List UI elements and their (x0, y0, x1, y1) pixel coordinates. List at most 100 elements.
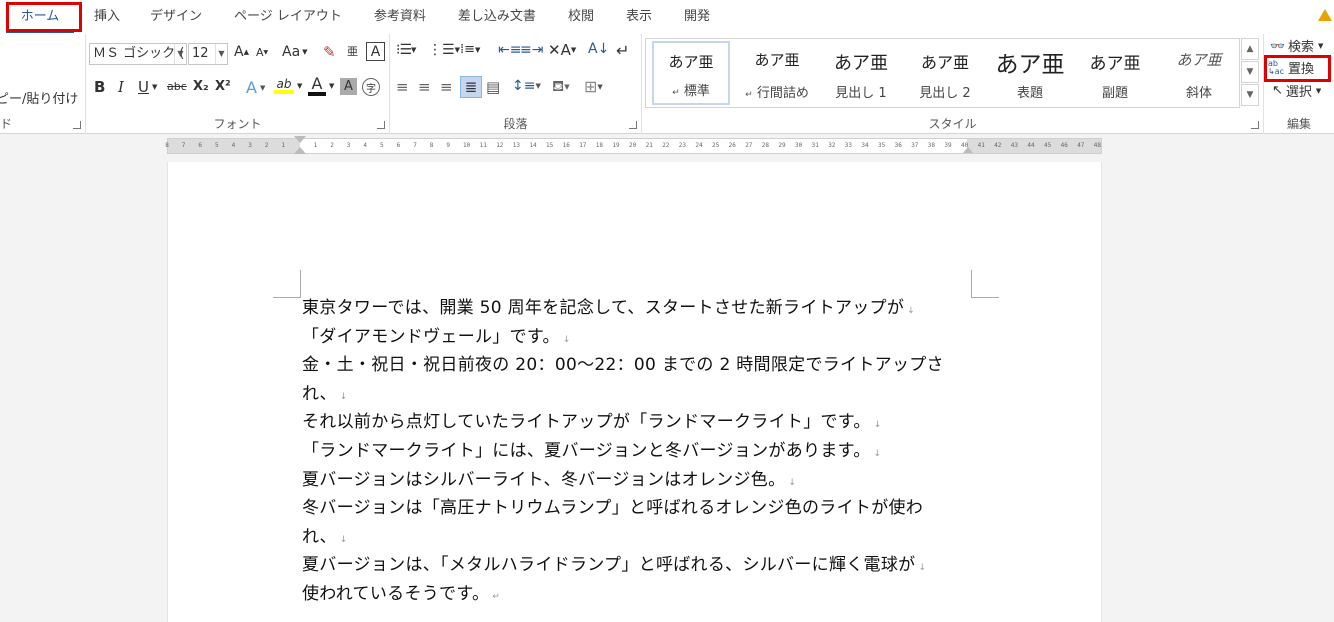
char-shading-button[interactable]: A (340, 78, 357, 95)
indent-marker-icon[interactable] (294, 136, 306, 143)
ruler-tick-label: 36 (894, 142, 902, 149)
style-heading-2[interactable]: あア亜 見出し 2 (904, 41, 986, 105)
clipboard-launcher-icon[interactable] (73, 121, 81, 129)
right-indent-marker-icon[interactable] (963, 147, 973, 153)
document-line[interactable]: それ以前から点灯していたライトアップが「ランドマークライト」です。 ↓ (302, 408, 992, 437)
line-spacing-icon: ↕≡ (512, 78, 536, 94)
chevron-down-icon[interactable]: ▼ (174, 44, 186, 64)
chevron-down-icon[interactable]: ▼ (215, 44, 227, 64)
clear-formatting-button[interactable]: ✎ (323, 43, 336, 61)
decrease-indent-button[interactable]: ⇤≡ (498, 42, 521, 58)
grow-font-button[interactable]: A ▲ (234, 44, 249, 60)
font-color-button[interactable]: A (308, 76, 326, 96)
borders-button[interactable]: ⊞ ▼ (584, 77, 603, 96)
document-line[interactable]: 金・土・祝日・祝日前夜の 20：00～22：00 までの 2 時間限定でライトア… (302, 351, 992, 380)
underline-button[interactable]: U ▼ (138, 78, 157, 96)
shrink-font-button[interactable]: A ▼ (256, 46, 268, 59)
increase-indent-button[interactable]: ≡⇥ (520, 42, 543, 58)
document-body[interactable]: 東京タワーでは、開業 50 周年を記念して、スタートさせた新ライトアップが ↓ 「… (302, 294, 992, 609)
gallery-more[interactable]: ▼ (1241, 84, 1259, 106)
select-button[interactable]: ↖ 選択 ▼ (1272, 81, 1321, 100)
align-right-button[interactable]: ≡ (440, 78, 453, 96)
paragraph-launcher-icon[interactable] (629, 121, 637, 129)
tab-design[interactable]: デザイン (134, 0, 218, 34)
align-center-button[interactable]: ≡ (418, 78, 431, 96)
replace-label: 置換 (1288, 62, 1315, 77)
font-launcher-icon[interactable] (377, 121, 385, 129)
gallery-scroll-up[interactable]: ▲ (1241, 38, 1259, 60)
warning-icon[interactable] (1318, 9, 1332, 21)
char-border-button[interactable]: A (366, 42, 385, 61)
font-name-combo[interactable]: ＭＳ ゴシック ( ▼ (89, 43, 187, 65)
tab-references[interactable]: 参考資料 (358, 0, 442, 34)
tab-review[interactable]: 校閲 (552, 0, 610, 34)
text-effect-button[interactable]: A ▼ (246, 78, 265, 97)
document-line[interactable]: れ、 ↓ (302, 380, 992, 409)
asian-layout-button[interactable]: ✕A ▼ (548, 41, 576, 59)
ruby-button[interactable]: 亜 (347, 43, 358, 59)
document-line[interactable]: 「ダイアモンドヴェール」です。 ↓ (302, 323, 992, 352)
subscript-button[interactable]: X₂ (193, 79, 209, 94)
document-line[interactable]: れ、 ↓ (302, 523, 992, 552)
bold-button[interactable]: B (94, 78, 105, 96)
style-name: 斜体 (1185, 86, 1212, 101)
style-standard[interactable]: あア亜 ↵ 標準 (652, 41, 730, 105)
italic-button[interactable]: I (118, 78, 124, 96)
cursor-arrow-icon: ↖ (1272, 83, 1283, 98)
style-emphasis[interactable]: あア亜 斜体 (1158, 41, 1240, 105)
ruler-tick-label: 30 (795, 142, 803, 149)
indent-marker-icon[interactable] (294, 147, 306, 154)
strikethrough-button[interactable]: abc (167, 80, 187, 93)
line-break-mark-icon: ↓ (873, 448, 882, 459)
superscript-button[interactable]: X² (215, 79, 231, 94)
highlighter-icon: ab (276, 77, 292, 91)
font-size-combo[interactable]: 12 ▼ (188, 43, 228, 65)
document-line[interactable]: 使われているそうです。 ↵ (302, 580, 992, 609)
ruler-tick-label: 3 (346, 142, 351, 149)
ruler-tick-label: 11 (479, 142, 487, 149)
style-no-spacing[interactable]: あア亜 ↵ 行間詰め (736, 41, 818, 105)
style-subtitle[interactable]: あア亜 副題 (1074, 41, 1156, 105)
document-line[interactable]: 夏バージョンは、「メタルハライドランプ」と呼ばれる、シルバーに輝く電球が ↓ (302, 551, 992, 580)
sort-button[interactable]: A↓ (588, 41, 609, 57)
shrink-font-icon: A (256, 46, 264, 59)
tab-view[interactable]: 表示 (610, 0, 668, 34)
line-spacing-button[interactable]: ↕≡ ▼ (512, 78, 541, 94)
style-title[interactable]: あア亜 表題 (988, 41, 1072, 105)
tab-page-layout[interactable]: ページ レイアウト (218, 0, 358, 34)
enclose-char-button[interactable]: 字 (362, 78, 380, 96)
style-heading-1[interactable]: あア亜 見出し 1 (820, 41, 902, 105)
ruler-tick-label: 18 (595, 142, 604, 149)
document-line[interactable]: 東京タワーでは、開業 50 周年を記念して、スタートさせた新ライトアップが ↓ (302, 294, 992, 323)
highlight-button[interactable]: ab (274, 78, 294, 94)
distributed-button[interactable]: ▤ (486, 78, 500, 96)
multilevel-list-button[interactable]: ⁞≡ ▼ (460, 42, 480, 57)
gallery-scroll-down[interactable]: ▼ (1241, 61, 1259, 83)
find-button[interactable]: 👓 検索 ▼ (1270, 36, 1323, 56)
justify-button[interactable]: ≣ (460, 76, 482, 98)
ruler-tick-label: 1 (281, 142, 286, 149)
document-line[interactable]: 冬バージョンは「高圧ナトリウムランプ」と呼ばれるオレンジ色のライトが使わ (302, 494, 992, 523)
tab-mailings[interactable]: 差し込み文書 (442, 0, 552, 34)
show-marks-button[interactable]: ↵ (616, 41, 629, 60)
shading-button[interactable]: ⛾ ▼ (552, 77, 570, 97)
styles-launcher-icon[interactable] (1251, 121, 1259, 129)
ruler-tick-label: 44 (1027, 142, 1035, 149)
replace-button[interactable]: ab ↳ac 置換 (1268, 58, 1314, 77)
align-left-button[interactable]: ≡ (396, 78, 409, 96)
font-color-dropdown[interactable]: ▼ (329, 82, 334, 90)
highlight-dropdown[interactable]: ▼ (297, 82, 302, 90)
paste-button[interactable]: ピー/貼り付け (0, 88, 78, 107)
document-line[interactable]: 夏バージョンはシルバーライト、冬バージョンはオレンジ色。 ↓ (302, 466, 992, 495)
font-size-value: 12 (192, 46, 209, 61)
numbering-button[interactable]: ⋮☰ ▼ (428, 42, 460, 58)
tab-home[interactable]: ホーム (0, 0, 80, 34)
tab-developer[interactable]: 開発 (668, 0, 726, 34)
document-line[interactable]: 「ランドマークライト」には、夏バージョンと冬バージョンがあります。 ↓ (302, 437, 992, 466)
horizontal-ruler[interactable]: 8 7 6 5 4 3 2 1 1 2 3 4 5 6 7 8 9 10 11 12 13 14 15 16 17 18 19 20 2… (165, 136, 1102, 154)
document-page[interactable]: 東京タワーでは、開業 50 周年を記念して、スタートさせた新ライトアップが ↓ 「… (167, 162, 1102, 622)
change-case-button[interactable]: Aa ▼ (282, 44, 308, 60)
ruler-tick-label: 26 (728, 142, 736, 149)
tab-insert[interactable]: 挿入 (80, 0, 134, 34)
bullets-button[interactable]: ⁝☰ ▼ (396, 42, 417, 58)
